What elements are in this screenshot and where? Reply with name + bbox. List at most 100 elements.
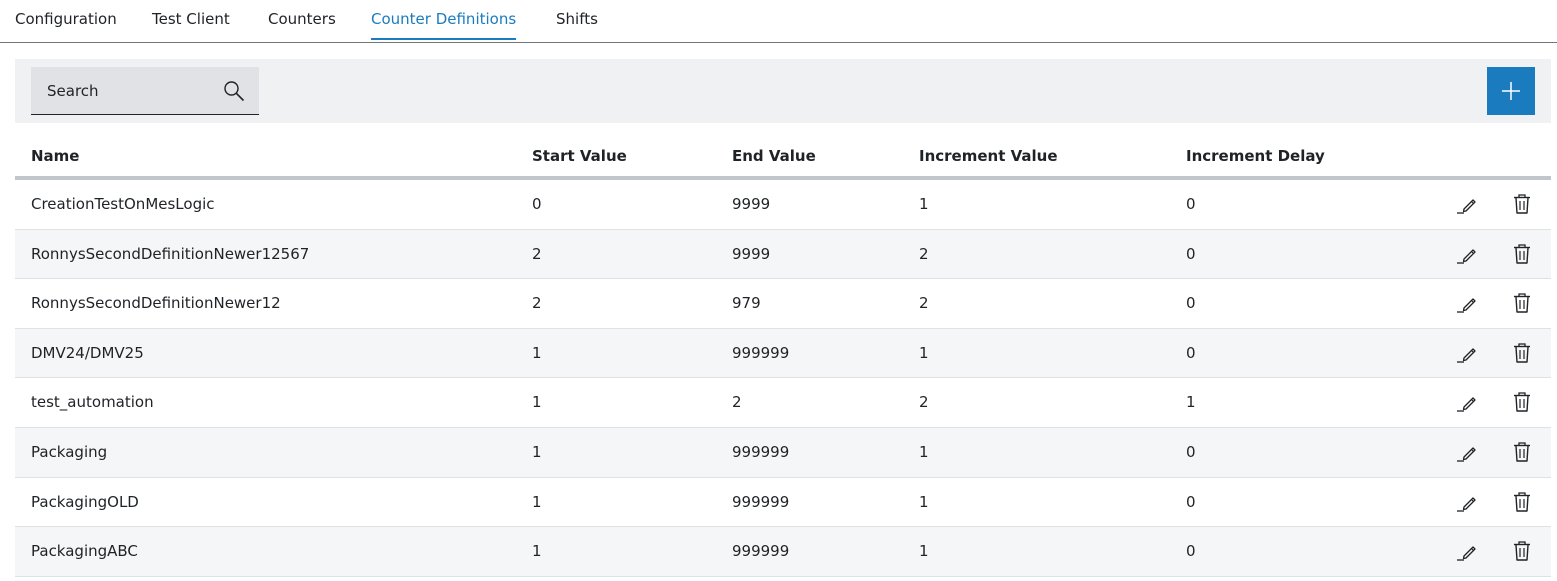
delete-button[interactable]	[1510, 390, 1534, 414]
edit-icon	[1457, 546, 1476, 561]
cell-increment-delay: 0	[1186, 294, 1196, 313]
cell-name: DMV24/DMV25	[31, 343, 144, 362]
tab-configuration[interactable]: Configuration	[15, 0, 117, 42]
edit-icon	[1457, 397, 1476, 413]
cell-name: PackagingOLD	[31, 492, 139, 511]
cell-increment-value: 1	[919, 442, 929, 461]
delete-icon	[1514, 343, 1530, 363]
cell-start-value: 1	[532, 393, 542, 412]
table-header: Name Start Value End Value Increment Val…	[15, 133, 1551, 180]
table-row[interactable]: PackagingOLD 1 999999 1 0	[15, 478, 1551, 528]
table-row[interactable]: CreationTestOnMesLogic 0 9999 1 0	[15, 180, 1551, 230]
cell-increment-value: 2	[919, 393, 929, 412]
edit-button[interactable]	[1455, 341, 1479, 365]
delete-button[interactable]	[1510, 440, 1534, 464]
edit-button[interactable]	[1455, 192, 1479, 216]
cell-increment-delay: 0	[1186, 492, 1196, 511]
add-button[interactable]	[1487, 67, 1535, 115]
column-header-end-value[interactable]: End Value	[732, 147, 816, 165]
cell-increment-delay: 1	[1186, 393, 1196, 412]
table-row[interactable]: RonnysSecondDefinitionNewer12567 2 9999 …	[15, 229, 1551, 280]
search-icon[interactable]	[223, 80, 245, 102]
delete-icon	[1514, 541, 1530, 561]
table-row[interactable]: DMV24/DMV25 1 999999 1 0	[15, 328, 1551, 379]
cell-increment-value: 1	[919, 195, 929, 213]
delete-icon	[1514, 293, 1530, 313]
cell-increment-value: 2	[919, 294, 929, 313]
delete-button[interactable]	[1510, 539, 1534, 563]
column-header-increment-delay[interactable]: Increment Delay	[1186, 147, 1325, 165]
cell-name: CreationTestOnMesLogic	[31, 195, 215, 213]
edit-button[interactable]	[1455, 440, 1479, 464]
toolbar	[15, 59, 1551, 123]
cell-name: RonnysSecondDefinitionNewer12567	[31, 244, 310, 263]
tab-test-client[interactable]: Test Client	[152, 0, 230, 42]
cell-name: RonnysSecondDefinitionNewer12	[31, 294, 281, 313]
delete-button[interactable]	[1510, 192, 1534, 216]
cell-name: test_automation	[31, 393, 154, 412]
edit-icon	[1457, 447, 1476, 462]
counter-definitions-table: Name Start Value End Value Increment Val…	[15, 133, 1551, 577]
cell-start-value: 1	[532, 492, 542, 511]
cell-end-value: 979	[732, 294, 761, 313]
cell-end-value: 9999	[732, 244, 771, 263]
cell-name: Packaging	[31, 442, 108, 461]
edit-icon	[1457, 298, 1476, 313]
column-header-start-value[interactable]: Start Value	[532, 147, 627, 165]
table-row[interactable]: PackagingABC 1 999999 1 0	[15, 527, 1551, 577]
cell-increment-delay: 0	[1186, 542, 1196, 561]
table-row[interactable]: Packaging 1 999999 1 0	[15, 427, 1551, 478]
edit-icon	[1457, 248, 1476, 264]
table-row[interactable]: RonnysSecondDefinitionNewer12 2 979 2 0	[15, 279, 1551, 329]
edit-icon	[1457, 199, 1476, 214]
edit-button[interactable]	[1455, 291, 1479, 315]
cell-start-value: 1	[532, 442, 542, 461]
cell-increment-value: 2	[919, 244, 929, 263]
cell-start-value: 2	[532, 294, 542, 313]
tab-counter-definitions[interactable]: Counter Definitions	[371, 0, 517, 42]
cell-end-value: 999999	[732, 492, 790, 511]
delete-button[interactable]	[1510, 242, 1534, 266]
cell-end-value: 9999	[732, 195, 771, 213]
delete-button[interactable]	[1510, 291, 1534, 315]
cell-end-value: 999999	[732, 542, 790, 561]
cell-increment-delay: 0	[1186, 195, 1196, 213]
tab-counters[interactable]: Counters	[268, 0, 336, 42]
plus-icon	[1502, 82, 1520, 100]
delete-button[interactable]	[1510, 341, 1534, 365]
delete-icon	[1514, 442, 1530, 462]
cell-end-value: 999999	[732, 442, 790, 461]
cell-increment-delay: 0	[1186, 442, 1196, 461]
delete-button[interactable]	[1510, 490, 1534, 514]
cell-name: PackagingABC	[31, 542, 138, 561]
edit-button[interactable]	[1455, 539, 1479, 563]
column-header-increment-value[interactable]: Increment Value	[919, 147, 1058, 165]
cell-start-value: 0	[532, 195, 542, 213]
cell-end-value: 2	[732, 393, 742, 412]
cell-start-value: 2	[532, 244, 542, 263]
cell-start-value: 1	[532, 542, 542, 561]
cell-increment-delay: 0	[1186, 343, 1196, 362]
delete-icon	[1514, 392, 1530, 413]
edit-button[interactable]	[1455, 490, 1479, 514]
cell-start-value: 1	[532, 343, 542, 362]
table-row[interactable]: test_automation 1 2 2 1	[15, 378, 1551, 428]
cell-end-value: 999999	[732, 343, 790, 362]
delete-icon	[1514, 194, 1530, 214]
cell-increment-value: 1	[919, 343, 929, 362]
cell-increment-value: 1	[919, 492, 929, 511]
delete-icon	[1514, 491, 1530, 512]
edit-icon	[1457, 348, 1476, 363]
delete-icon	[1514, 243, 1530, 264]
tab-bar: Configuration Test Client Counters Count…	[0, 0, 1557, 43]
edit-button[interactable]	[1455, 390, 1479, 414]
tab-shifts[interactable]: Shifts	[556, 0, 598, 42]
cell-increment-delay: 0	[1186, 244, 1196, 263]
column-header-name[interactable]: Name	[31, 147, 79, 165]
cell-increment-value: 1	[919, 542, 929, 561]
edit-icon	[1457, 496, 1476, 512]
edit-button[interactable]	[1455, 242, 1479, 266]
table-body: CreationTestOnMesLogic 0 9999 1 0 Ronnys…	[15, 180, 1551, 577]
search-input[interactable]	[31, 67, 221, 114]
search-box	[31, 67, 259, 115]
